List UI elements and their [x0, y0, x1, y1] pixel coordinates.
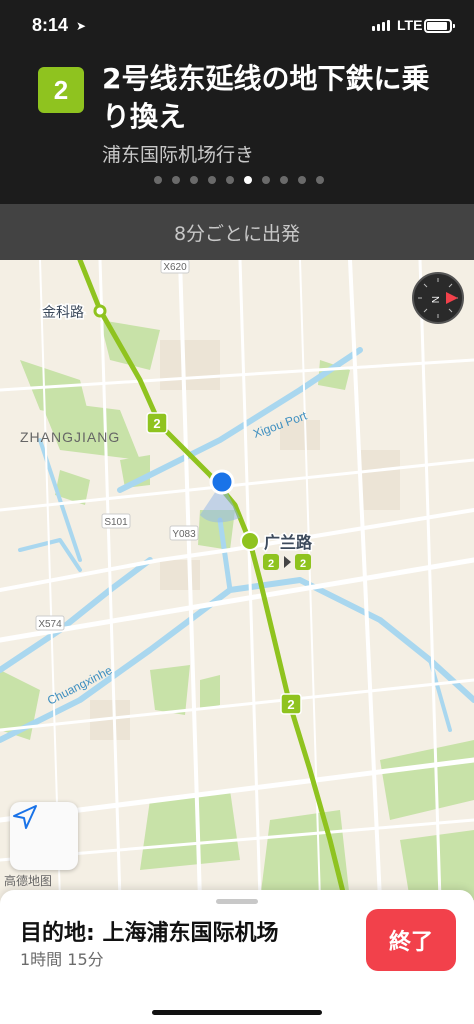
cellular-signal-icon: [372, 20, 390, 31]
page-dot[interactable]: [243, 176, 252, 184]
status-bar: 8:14 ➤ LTE: [0, 0, 474, 52]
page-dot[interactable]: [153, 176, 162, 184]
line-marker: 2: [280, 693, 302, 715]
destination-title: 目的地: 上海浦东国际机场: [20, 921, 279, 946]
sheet-grabber[interactable]: [216, 899, 258, 904]
page-dot[interactable]: [171, 176, 180, 184]
step-page-indicator[interactable]: [0, 176, 474, 184]
transfer-from: 2: [268, 558, 274, 570]
road-shield-label: S101: [104, 517, 128, 528]
battery-icon: [424, 19, 455, 33]
station-guanglan: [240, 531, 260, 551]
label-jinke-station: 金科路: [42, 305, 84, 321]
departure-frequency: 8分ごとに出発: [0, 204, 474, 260]
page-dot[interactable]: [279, 176, 288, 184]
label-zhangjiang: ZHANGJIANG: [20, 429, 120, 445]
station-jinke: [93, 304, 107, 318]
current-location-dot: [209, 469, 235, 495]
page-dot[interactable]: [261, 176, 270, 184]
end-route-button[interactable]: 終了: [366, 909, 456, 971]
block: [160, 560, 200, 590]
location-services-icon: ➤: [76, 19, 87, 33]
line-marker: 2: [146, 412, 168, 434]
page-dot[interactable]: [315, 176, 324, 184]
navigation-banner[interactable]: 2 2号线东延线の地下鉄に乗り換え 浦东国际机场行き: [0, 52, 474, 204]
page-dot[interactable]: [207, 176, 216, 184]
line-marker-label: 2: [153, 416, 160, 431]
park: [150, 665, 190, 715]
map-attribution: 高德地图: [4, 874, 53, 888]
metro-line-badge: 2: [38, 67, 84, 113]
travel-time: 1時間 15分: [20, 950, 104, 969]
status-time: 8:14: [32, 15, 69, 35]
route-summary-card[interactable]: 目的地: 上海浦东国际机场 1時間 15分 終了: [0, 890, 474, 1024]
svg-text:N: N: [429, 296, 440, 303]
recenter-location-button[interactable]: [10, 802, 78, 870]
block: [160, 340, 220, 390]
location-arrow-icon: [13, 805, 37, 829]
block: [360, 450, 400, 510]
road-shield-label: X574: [38, 619, 62, 630]
park: [200, 675, 220, 710]
compass-button[interactable]: N: [412, 272, 464, 324]
map-view[interactable]: 2 2 2 2 X620 S101 Y083 X574 金科路 ZHANGJIA…: [0, 260, 474, 900]
network-type: LTE: [397, 17, 423, 33]
compass-icon: N: [418, 278, 458, 318]
label-guanglan-station: 广兰路: [264, 533, 313, 552]
home-indicator[interactable]: [152, 1010, 322, 1015]
road-shield-label: Y083: [172, 529, 196, 540]
page-dot[interactable]: [189, 176, 198, 184]
maneuver-instruction: 2号线东延线の地下鉄に乗り換え: [102, 62, 430, 133]
road-shield-label: X620: [163, 262, 187, 273]
line-marker-label: 2: [287, 697, 294, 712]
direction-towards: 浦东国际机场行き: [102, 144, 255, 166]
page-dot[interactable]: [225, 176, 234, 184]
page-dot[interactable]: [297, 176, 306, 184]
park: [260, 810, 350, 900]
transfer-to: 2: [300, 558, 306, 570]
